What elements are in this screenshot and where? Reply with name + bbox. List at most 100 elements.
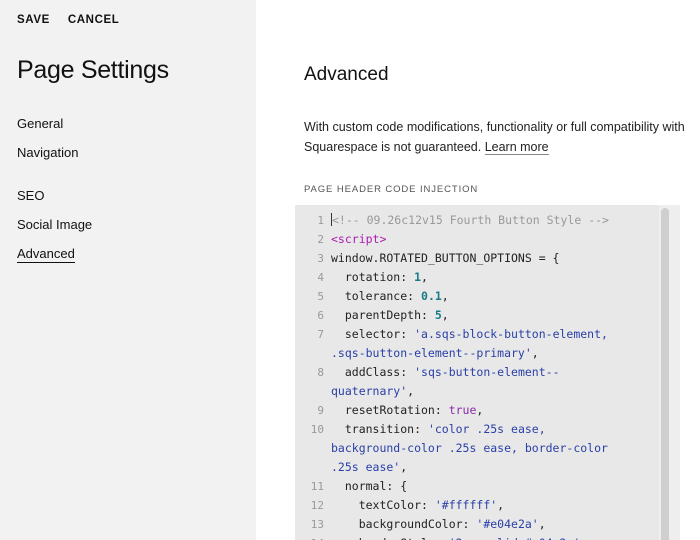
line-text: tolerance: 0.1, xyxy=(331,287,449,306)
code-token-plain: addClass: xyxy=(331,365,415,379)
line-number xyxy=(295,344,331,363)
line-text: transition: 'color .25s ease, xyxy=(331,420,546,439)
line-text: resetRotation: true, xyxy=(331,401,484,420)
line-text: quaternary', xyxy=(331,382,414,401)
code-injection-label: PAGE HEADER CODE INJECTION xyxy=(304,184,479,195)
code-token-plain: resetRotation: xyxy=(331,403,449,417)
line-text: rotation: 1, xyxy=(331,268,428,287)
line-text: background-color .25s ease, border-color xyxy=(331,439,608,458)
code-token-plain: , xyxy=(441,308,449,322)
settings-sidebar: SAVE CANCEL Page Settings General Naviga… xyxy=(0,0,256,540)
sidebar-item-advanced[interactable]: Advanced xyxy=(17,246,75,263)
code-token-plain: , xyxy=(421,270,428,284)
line-number: 11 xyxy=(310,480,324,493)
code-line: 5 tolerance: 0.1, xyxy=(295,287,661,306)
line-text: <script> xyxy=(331,230,386,249)
code-token-str: 'a.sqs-block-button-element, xyxy=(414,327,608,341)
code-token-plain: , xyxy=(476,403,484,417)
code-line: 6 parentDepth: 5, xyxy=(295,306,661,325)
line-number: 13 xyxy=(310,518,324,531)
code-line: 11 normal: { xyxy=(295,477,661,496)
code-token-plain: , xyxy=(580,536,587,540)
line-text: .25s ease', xyxy=(331,458,407,477)
code-line: 3 window.ROTATED_BUTTON_OPTIONS = { xyxy=(295,249,661,268)
code-line: .25s ease', xyxy=(295,458,661,477)
sidebar-item-seo[interactable]: SEO xyxy=(17,188,44,203)
code-token-plain: transition: xyxy=(331,422,428,436)
code-token-str: background-color .25s ease, border-color xyxy=(331,441,608,455)
code-token-str: quaternary' xyxy=(331,384,408,398)
code-token-plain: window.ROTATED_BUTTON_OPTIONS = { xyxy=(331,251,560,265)
code-token-plain: , xyxy=(441,289,449,303)
code-token-plain: backgroundColor: xyxy=(331,517,477,531)
code-lines[interactable]: 1 <!-- 09.26c12v15 Fourth Button Style --… xyxy=(295,211,661,540)
learn-more-link[interactable]: Learn more xyxy=(484,140,549,155)
sidebar-title: Page Settings xyxy=(17,56,169,84)
line-number: 6 xyxy=(317,309,324,322)
code-token-plain: , xyxy=(531,346,539,360)
code-line: .sqs-button-element--primary', xyxy=(295,344,661,363)
code-token-str: '#ffffff' xyxy=(434,498,498,512)
code-token-str: .sqs-button-element--primary' xyxy=(331,346,532,360)
line-number: 12 xyxy=(310,499,324,512)
code-token-plain: rotation: xyxy=(331,270,415,284)
editor-scrollbar-thumb[interactable] xyxy=(661,208,669,540)
line-number: 10 xyxy=(310,423,324,436)
code-token-str: '#e04e2a' xyxy=(476,517,539,531)
code-line: 7 selector: 'a.sqs-block-button-element, xyxy=(295,325,661,344)
code-token-plain: textColor: xyxy=(331,498,435,512)
code-line: 10 transition: 'color .25s ease, xyxy=(295,420,661,439)
code-token-str: '2px solid #e04e2a' xyxy=(449,536,581,540)
sidebar-item-navigation[interactable]: Navigation xyxy=(17,145,78,160)
line-text: borderStyle: '2px solid #e04e2a', xyxy=(331,534,588,540)
code-token-str: .25s ease' xyxy=(331,460,401,474)
code-line: 2 <script> xyxy=(295,230,661,249)
code-line: 14 borderStyle: '2px solid #e04e2a', xyxy=(295,534,661,540)
code-line: quaternary', xyxy=(295,382,661,401)
page-title: Advanced xyxy=(304,64,389,85)
line-text: backgroundColor: '#e04e2a', xyxy=(331,515,546,534)
code-token-tag: <script> xyxy=(331,232,387,246)
line-number: 3 xyxy=(317,252,324,265)
line-number: 7 xyxy=(317,328,324,341)
line-text: textColor: '#ffffff', xyxy=(331,496,504,515)
sidebar-item-general[interactable]: General xyxy=(17,116,63,131)
line-text: .sqs-button-element--primary', xyxy=(331,344,539,363)
code-token-kw: true xyxy=(448,403,477,417)
code-token-num: 1 xyxy=(414,270,422,284)
code-token-str: 'color .25s ease, xyxy=(427,422,546,436)
line-text: window.ROTATED_BUTTON_OPTIONS = { xyxy=(331,249,559,268)
line-number: 1 xyxy=(317,214,324,227)
header-actions: SAVE CANCEL xyxy=(17,14,119,26)
line-number xyxy=(295,458,331,477)
save-button[interactable]: SAVE xyxy=(17,14,50,26)
code-line: 4 rotation: 1, xyxy=(295,268,661,287)
code-token-plain: , xyxy=(538,517,546,531)
code-line: 1 <!-- 09.26c12v15 Fourth Button Style --… xyxy=(295,211,661,230)
line-text: addClass: 'sqs-button-element-- xyxy=(331,363,560,382)
code-token-plain: parentDepth: xyxy=(331,308,435,322)
code-token-plain: selector: xyxy=(331,327,415,341)
code-token-plain: borderStyle: xyxy=(331,536,449,540)
compatibility-notice: With custom code modifications, function… xyxy=(304,117,694,157)
main-panel: Advanced With custom code modifications,… xyxy=(256,0,700,540)
code-token-comment: <!-- 09.26c12v15 Fourth Button Style --> xyxy=(332,213,609,227)
line-text: selector: 'a.sqs-block-button-element, xyxy=(331,325,608,344)
code-token-num: 5 xyxy=(434,308,442,322)
line-text: <!-- 09.26c12v15 Fourth Button Style --> xyxy=(331,211,609,230)
code-line: 12 textColor: '#ffffff', xyxy=(295,496,661,515)
line-number: 9 xyxy=(317,404,324,417)
line-number: 2 xyxy=(317,233,324,246)
sidebar-item-social-image[interactable]: Social Image xyxy=(17,217,92,232)
line-text: normal: { xyxy=(331,477,407,496)
code-line: 9 resetRotation: true, xyxy=(295,401,661,420)
code-token-plain: , xyxy=(407,384,415,398)
line-number: 8 xyxy=(317,366,324,379)
line-number: 14 xyxy=(295,534,331,540)
code-token-plain: normal: { xyxy=(331,479,408,493)
cancel-button[interactable]: CANCEL xyxy=(68,14,120,26)
code-editor[interactable]: 1 <!-- 09.26c12v15 Fourth Button Style --… xyxy=(295,205,680,540)
line-number xyxy=(295,382,331,401)
code-token-plain: , xyxy=(497,498,505,512)
line-number: 5 xyxy=(317,290,324,303)
